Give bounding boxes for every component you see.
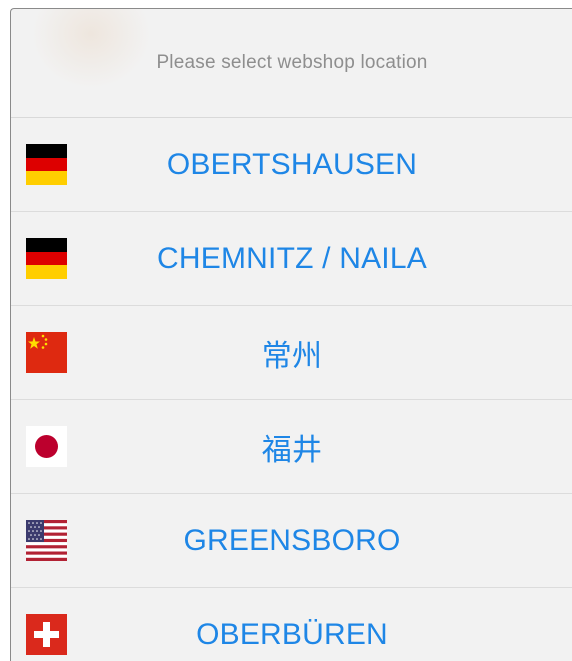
- location-action-sheet: Please select webshop location OBERTSHAU…: [10, 8, 572, 661]
- location-label: GREENSBORO: [183, 523, 401, 557]
- location-label: OBERBÜREN: [196, 617, 388, 651]
- china-flag-icon: [26, 332, 67, 373]
- location-label: 福井: [261, 432, 323, 468]
- usa-flag-icon: [26, 520, 67, 561]
- sheet-title: Please select webshop location: [156, 52, 428, 73]
- germany-flag-icon: [26, 238, 67, 279]
- location-option-oberburen[interactable]: OBERBÜREN: [11, 588, 572, 661]
- germany-flag-icon: [26, 144, 67, 185]
- location-option-greensboro[interactable]: GREENSBORO: [11, 494, 572, 588]
- sheet-header: Please select webshop location: [11, 9, 572, 118]
- switzerland-flag-icon: [26, 614, 67, 655]
- location-option-chemnitz-naila[interactable]: CHEMNITZ / NAILA: [11, 212, 572, 306]
- location-label: 常州: [261, 338, 323, 374]
- location-option-changzhou[interactable]: 常州: [11, 306, 572, 400]
- japan-flag-icon: [26, 426, 67, 467]
- location-label: OBERTSHAUSEN: [166, 147, 418, 181]
- location-label: CHEMNITZ / NAILA: [157, 241, 427, 275]
- location-option-obertshausen[interactable]: OBERTSHAUSEN: [11, 118, 572, 212]
- location-option-fukui[interactable]: 福井: [11, 400, 572, 494]
